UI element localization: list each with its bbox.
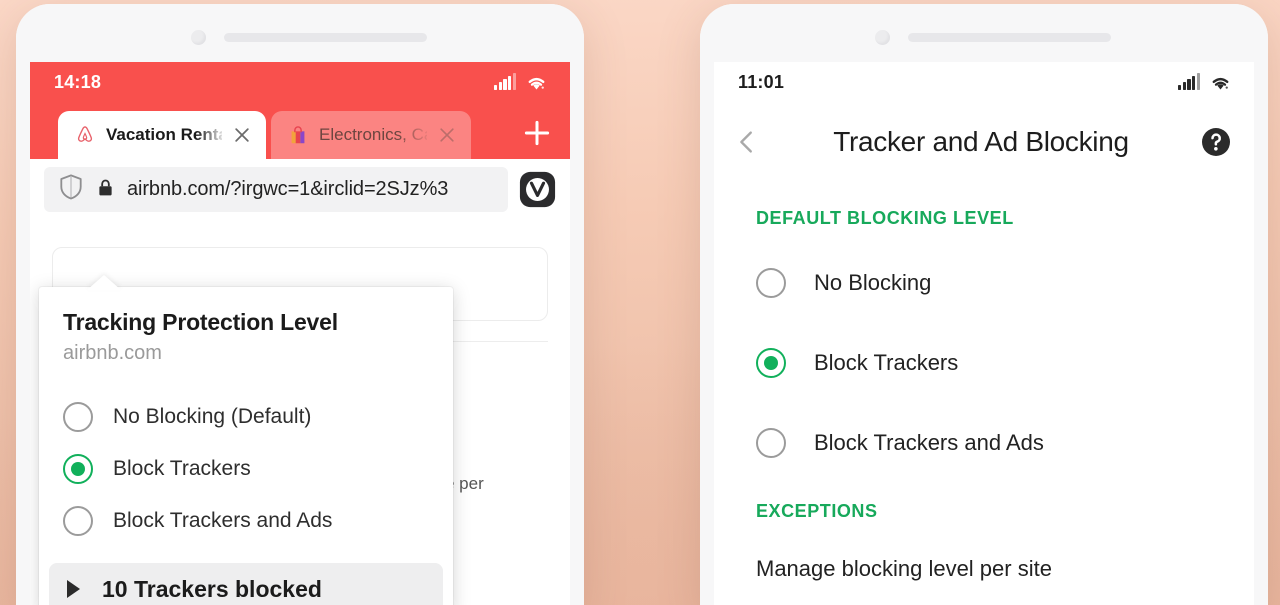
url-text: airbnb.com/?irgwc=1&irclid=2SJz%3 <box>127 178 449 200</box>
popup-option-block-trackers-and-ads[interactable]: Block Trackers and Ads <box>39 495 453 547</box>
popup-title: Tracking Protection Level <box>63 309 338 335</box>
front-camera-icon <box>875 30 890 45</box>
cellular-signal-icon <box>494 73 516 90</box>
left-status-bar: 14:18 <box>30 62 570 102</box>
plus-icon[interactable] <box>520 116 554 150</box>
settings-screen: 11:01 Tracker and Ad Blocking DEFAULT BL… <box>714 62 1254 605</box>
option-label: No Blocking <box>814 270 932 295</box>
section-heading-default-blocking-level: DEFAULT BLOCKING LEVEL <box>756 208 1014 228</box>
earpiece-speaker <box>224 33 427 42</box>
status-clock: 14:18 <box>54 71 102 92</box>
status-icons <box>1178 73 1232 91</box>
vivaldi-logo-icon[interactable] <box>519 171 556 208</box>
cellular-signal-icon <box>1178 73 1200 90</box>
tracking-protection-popup: Tracking Protection Level airbnb.com No … <box>39 287 453 605</box>
status-icons <box>494 73 548 91</box>
airbnb-favicon <box>74 124 96 146</box>
right-phone-bezel <box>700 4 1268 62</box>
settings-option-block-trackers-and-ads[interactable]: Block Trackers and Ads <box>714 403 1254 483</box>
manage-blocking-per-site-item[interactable]: Manage blocking level per site <box>714 522 1254 582</box>
browser-chrome: 14:18 Vacation Renta Electronics, Ca air… <box>30 62 570 222</box>
radio-icon[interactable] <box>63 402 93 432</box>
close-icon[interactable] <box>437 125 457 145</box>
browser-tab-active[interactable]: Vacation Renta <box>58 111 266 159</box>
help-circle-icon[interactable] <box>1200 126 1232 158</box>
page-title: Tracker and Ad Blocking <box>833 126 1129 157</box>
radio-icon[interactable] <box>756 428 786 458</box>
popup-pointer <box>87 275 121 290</box>
left-phone-screen: 14:18 Vacation Renta Electronics, Ca air… <box>30 62 570 605</box>
url-field[interactable]: airbnb.com/?irgwc=1&irclid=2SJz%3 <box>44 167 508 212</box>
tab-strip: Vacation Renta Electronics, Ca <box>30 102 570 159</box>
right-phone-device: 11:01 Tracker and Ad Blocking DEFAULT BL… <box>700 4 1268 605</box>
caret-right-icon[interactable] <box>67 580 80 598</box>
radio-icon-selected[interactable] <box>63 454 93 484</box>
left-phone-bezel <box>16 4 584 62</box>
right-phone-screen: 11:01 Tracker and Ad Blocking DEFAULT BL… <box>714 62 1254 605</box>
shield-icon[interactable] <box>58 173 84 206</box>
radio-icon[interactable] <box>756 268 786 298</box>
lock-icon <box>95 177 116 203</box>
settings-app-bar: Tracker and Ad Blocking <box>714 102 1254 182</box>
settings-blocking-options: No Blocking Block Trackers Block Tracker… <box>714 229 1254 483</box>
browser-tab-inactive[interactable]: Electronics, Ca <box>271 111 471 159</box>
tab-title: Vacation Renta <box>106 125 222 144</box>
close-icon[interactable] <box>232 125 252 145</box>
wifi-icon <box>1209 74 1232 91</box>
radio-icon[interactable] <box>63 506 93 536</box>
address-bar: airbnb.com/?irgwc=1&irclid=2SJz%3 <box>30 159 570 222</box>
popup-option-no-blocking[interactable]: No Blocking (Default) <box>39 391 453 443</box>
trackers-blocked-row[interactable]: 10 Trackers blocked <box>49 563 443 605</box>
popup-blocking-options: No Blocking (Default) Block Trackers Blo… <box>39 365 453 559</box>
settings-option-block-trackers[interactable]: Block Trackers <box>714 323 1254 403</box>
wifi-icon <box>525 74 548 91</box>
popup-option-block-trackers[interactable]: Block Trackers <box>39 443 453 495</box>
option-label: Block Trackers <box>814 350 959 375</box>
option-label: Block Trackers and Ads <box>113 509 333 532</box>
tab-title: Electronics, Ca <box>319 125 427 144</box>
radio-icon-selected[interactable] <box>756 348 786 378</box>
shopping-bag-favicon <box>287 124 309 146</box>
section-heading-exceptions: EXCEPTIONS <box>756 501 878 521</box>
earpiece-speaker <box>908 33 1111 42</box>
screenshot-stage: 14:18 Vacation Renta Electronics, Ca air… <box>0 0 1280 605</box>
popup-site-label: airbnb.com <box>63 342 162 364</box>
option-label: No Blocking (Default) <box>113 405 312 428</box>
option-label: Block Trackers <box>113 457 251 480</box>
settings-option-no-blocking[interactable]: No Blocking <box>714 243 1254 323</box>
status-clock: 11:01 <box>738 71 785 92</box>
trackers-blocked-label: 10 Trackers blocked <box>102 575 322 602</box>
option-label: Block Trackers and Ads <box>814 430 1044 455</box>
right-status-bar: 11:01 <box>714 62 1254 102</box>
left-phone-device: 14:18 Vacation Renta Electronics, Ca air… <box>16 4 584 605</box>
chevron-left-icon[interactable] <box>732 127 762 157</box>
front-camera-icon <box>191 30 206 45</box>
